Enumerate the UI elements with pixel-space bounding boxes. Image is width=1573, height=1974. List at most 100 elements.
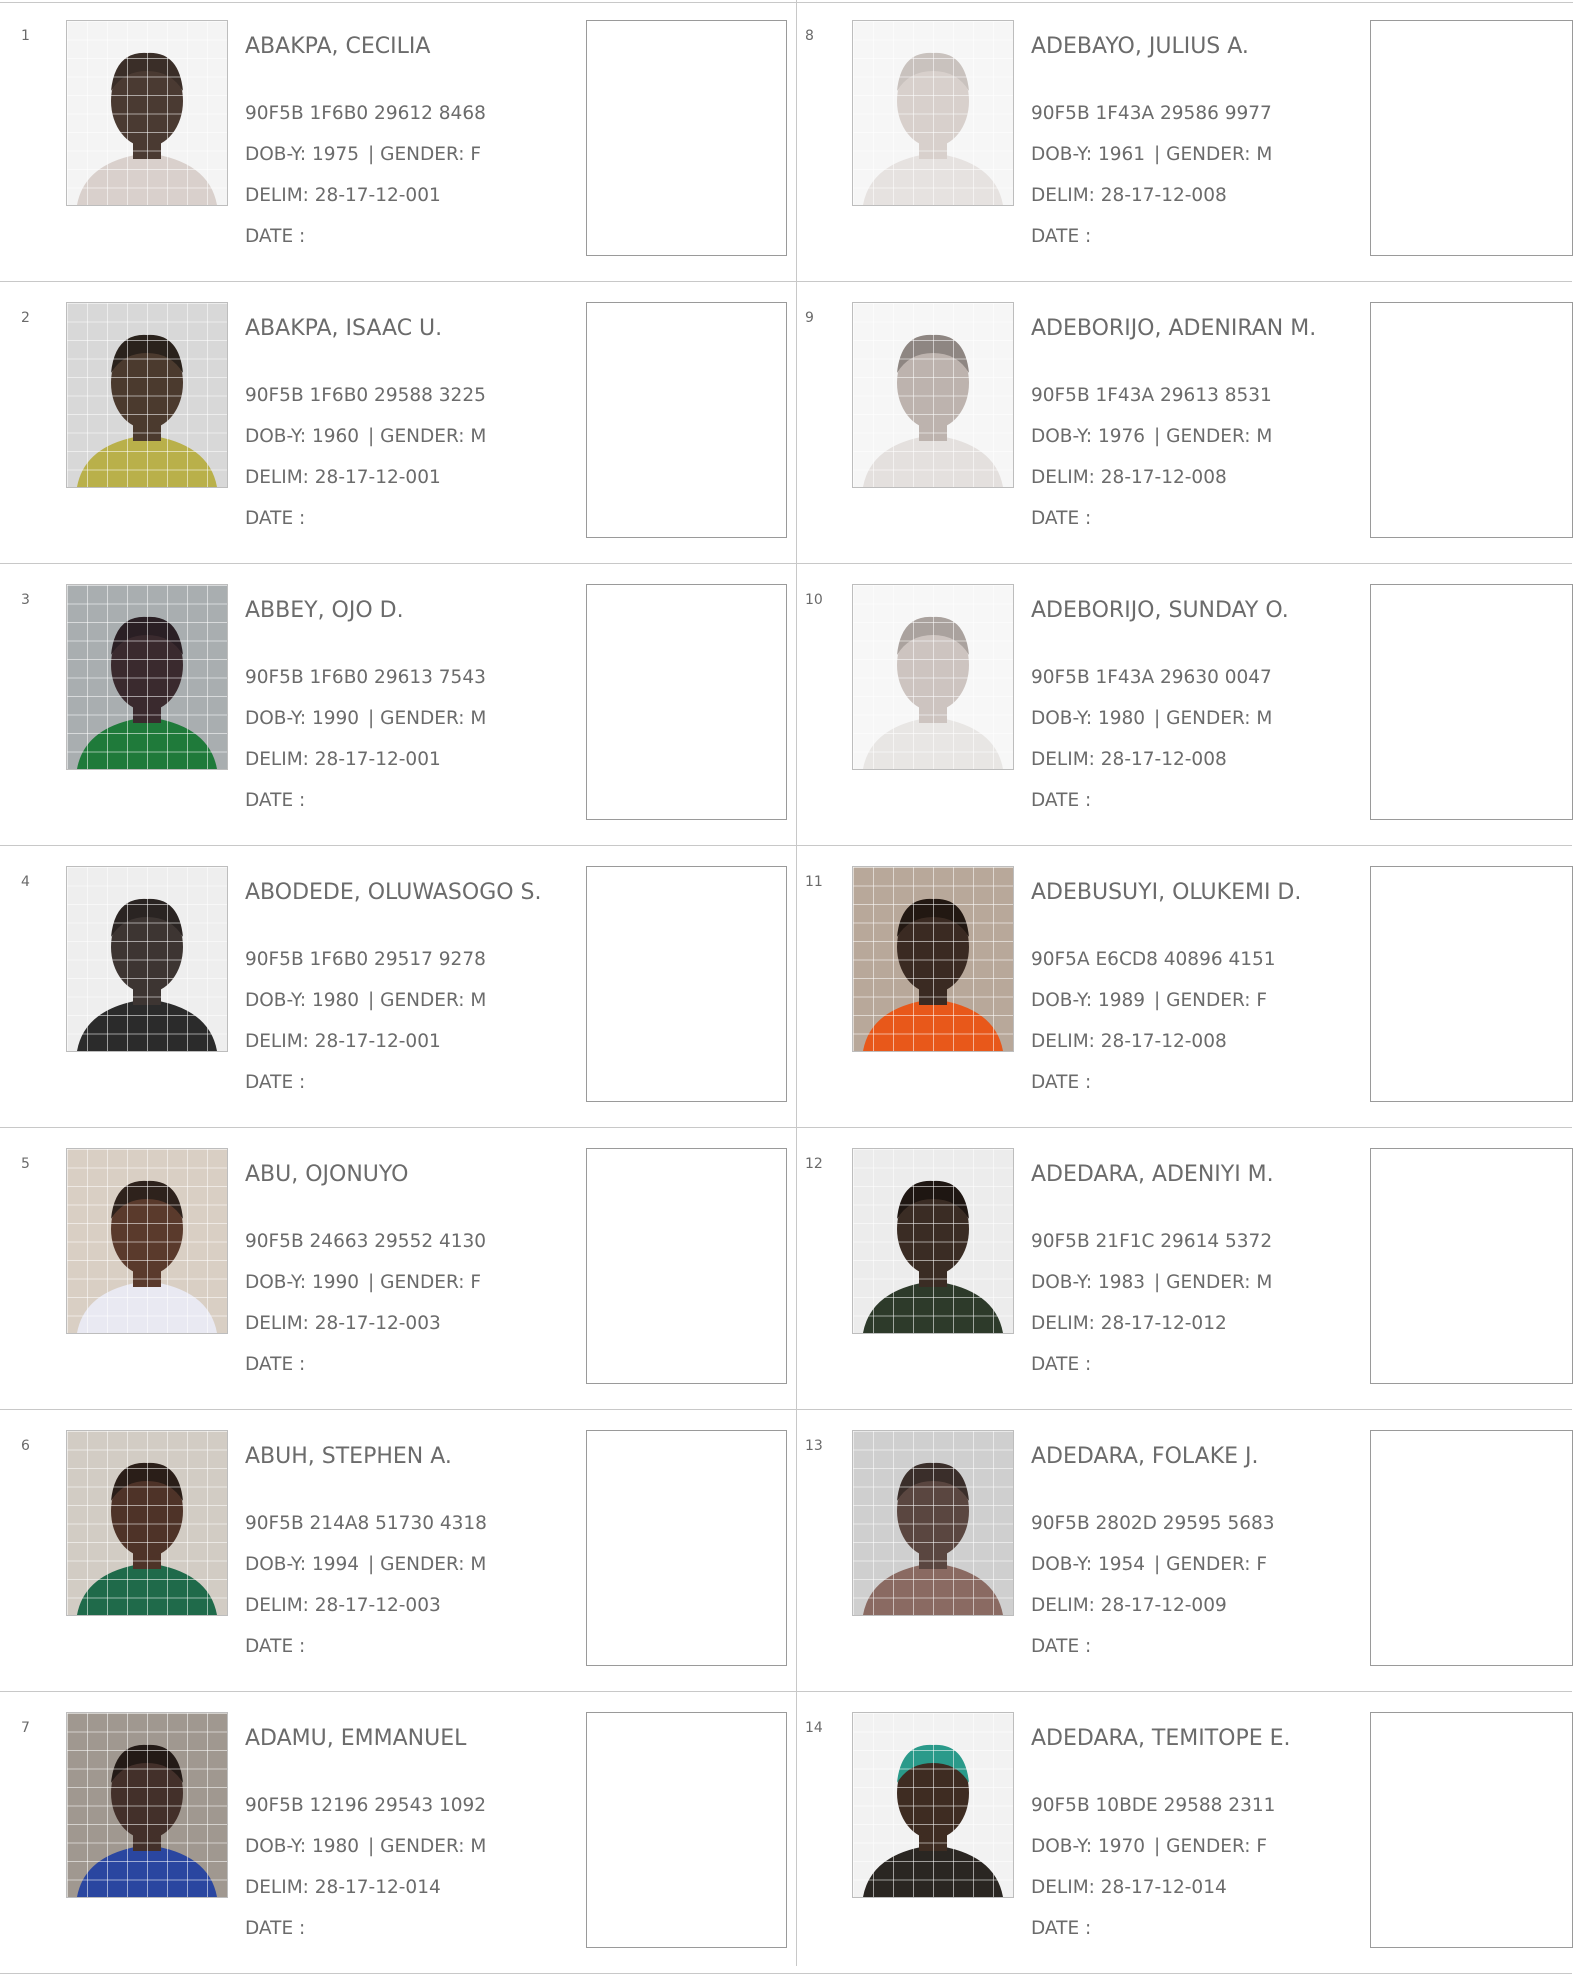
photo-grid-overlay (67, 1149, 227, 1333)
voter-card-12: 12 ADEDARA, ADENIYI M. 90F5B 21F1C 29614… (786, 1128, 1573, 1410)
delim-line: DELIM: 28-17-12-001 (245, 739, 575, 780)
photo-grid-overlay (853, 585, 1013, 769)
voter-column-left: 1 ABAKPA, CECILIA 90F5B 1F6B0 29612 8468… (0, 0, 787, 1974)
dob-year: 1983 (1097, 1272, 1146, 1293)
date-label: DATE : (1031, 1636, 1092, 1657)
signature-thumbprint-box (586, 302, 787, 538)
photo-grid-overlay (853, 1431, 1013, 1615)
dob-year: 1976 (1097, 426, 1146, 447)
dob-label: DOB-Y: (1031, 426, 1098, 447)
voter-name: ADEBORIJO, SUNDAY O. (1031, 598, 1289, 623)
dob-label: DOB-Y: (245, 1554, 312, 1575)
voter-vin: 90F5A E6CD8 40896 4151 (1031, 949, 1276, 970)
gender-label: | GENDER: (368, 1836, 471, 1857)
voter-name: ABU, OJONUYO (245, 1162, 409, 1187)
gender-value: F (1256, 1554, 1267, 1575)
voter-vin: 90F5B 1F6B0 29612 8468 (245, 103, 486, 124)
voter-card-4: 4 ABODEDE, OLUWASOGO S. 90F5B 1F6B0 2951… (0, 846, 787, 1128)
voter-card-2: 2 ABAKPA, ISAAC U. 90F5B 1F6B0 29588 322… (0, 282, 787, 564)
serial-number: 9 (805, 310, 814, 326)
voter-vin: 90F5B 1F43A 29586 9977 (1031, 103, 1272, 124)
photo-grid-overlay (67, 867, 227, 1051)
gender-value: M (1256, 708, 1273, 729)
photo-grid-overlay (853, 21, 1013, 205)
signature-thumbprint-box (586, 1712, 787, 1948)
serial-number: 3 (21, 592, 30, 608)
voter-vin: 90F5B 1F6B0 29613 7543 (245, 667, 486, 688)
voter-name: ADEDARA, FOLAKE J. (1031, 1444, 1259, 1469)
date-label: DATE : (1031, 1072, 1092, 1093)
photo-grid-overlay (67, 585, 227, 769)
dob-year: 1960 (311, 426, 360, 447)
voter-info: ABAKPA, CECILIA 90F5B 1F6B0 29612 8468 D… (245, 30, 575, 257)
voter-name: ADEDARA, ADENIYI M. (1031, 1162, 1274, 1187)
delim-value: 28-17-12-014 (1100, 1877, 1227, 1898)
photo-grid-overlay (67, 303, 227, 487)
gender-value: M (470, 1836, 487, 1857)
voter-photo (852, 866, 1014, 1052)
voter-info: ABODEDE, OLUWASOGO S. 90F5B 1F6B0 29517 … (245, 876, 575, 1103)
delim-value: 28-17-12-008 (1100, 467, 1227, 488)
gender-value: F (1256, 990, 1267, 1011)
dob-gender-line: DOB-Y: 1970 | GENDER: F (1031, 1826, 1361, 1867)
gender-label: | GENDER: (1154, 1554, 1257, 1575)
dob-gender-line: DOB-Y: 1960 | GENDER: M (245, 416, 575, 457)
gender-value: F (1256, 1836, 1267, 1857)
voter-card-11: 11 ADEBUSUYI, OLUKEMI D. 90F5A E6CD8 408… (786, 846, 1573, 1128)
serial-number: 12 (805, 1156, 823, 1172)
voter-info: ADEDARA, ADENIYI M. 90F5B 21F1C 29614 53… (1031, 1158, 1361, 1385)
photo-grid-overlay (67, 21, 227, 205)
dob-gender-line: DOB-Y: 1983 | GENDER: M (1031, 1262, 1361, 1303)
gender-label: | GENDER: (1154, 1272, 1257, 1293)
voter-name: ADEBUSUYI, OLUKEMI D. (1031, 880, 1302, 905)
delim-line: DELIM: 28-17-12-008 (1031, 457, 1361, 498)
delim-label: DELIM: (1031, 1313, 1101, 1334)
delim-line: DELIM: 28-17-12-003 (245, 1585, 575, 1626)
gender-label: | GENDER: (368, 144, 471, 165)
voter-info: ADEDARA, FOLAKE J. 90F5B 2802D 29595 568… (1031, 1440, 1361, 1667)
voter-photo (66, 1712, 228, 1898)
dob-year: 1990 (311, 1272, 360, 1293)
gender-value: M (470, 426, 487, 447)
voter-card-5: 5 ABU, OJONUYO 90F5B 24663 29552 4130 DO… (0, 1128, 787, 1410)
voter-photo (852, 1148, 1014, 1334)
serial-number: 7 (21, 1720, 30, 1736)
gender-label: | GENDER: (1154, 144, 1257, 165)
signature-thumbprint-box (1370, 20, 1573, 256)
voter-info: ADEBORIJO, SUNDAY O. 90F5B 1F43A 29630 0… (1031, 594, 1361, 821)
photo-grid-overlay (853, 303, 1013, 487)
dob-gender-line: DOB-Y: 1975 | GENDER: F (245, 134, 575, 175)
dob-year: 1970 (1097, 1836, 1146, 1857)
date-label: DATE : (245, 1636, 306, 1657)
serial-number: 6 (21, 1438, 30, 1454)
voter-name: ABBEY, OJO D. (245, 598, 404, 623)
voter-photo (852, 1712, 1014, 1898)
gender-value: M (470, 1554, 487, 1575)
delim-value: 28-17-12-012 (1100, 1313, 1227, 1334)
serial-number: 11 (805, 874, 823, 890)
signature-thumbprint-box (1370, 1148, 1573, 1384)
delim-value: 28-17-12-003 (314, 1313, 441, 1334)
signature-thumbprint-box (1370, 1712, 1573, 1948)
delim-label: DELIM: (1031, 467, 1101, 488)
voter-vin: 90F5B 10BDE 29588 2311 (1031, 1795, 1276, 1816)
voter-vin: 90F5B 1F43A 29630 0047 (1031, 667, 1272, 688)
serial-number: 1 (21, 28, 30, 44)
dob-label: DOB-Y: (1031, 1554, 1098, 1575)
serial-number: 14 (805, 1720, 823, 1736)
signature-thumbprint-box (1370, 302, 1573, 538)
voter-vin: 90F5B 24663 29552 4130 (245, 1231, 487, 1252)
delim-label: DELIM: (245, 467, 315, 488)
gender-label: | GENDER: (1154, 708, 1257, 729)
gender-value: M (1256, 1272, 1273, 1293)
gender-label: | GENDER: (368, 1272, 471, 1293)
date-label: DATE : (245, 1072, 306, 1093)
voter-info: ABBEY, OJO D. 90F5B 1F6B0 29613 7543 DOB… (245, 594, 575, 821)
voter-name: ADAMU, EMMANUEL (245, 1726, 467, 1751)
voter-info: ADEBORIJO, ADENIRAN M. 90F5B 1F43A 29613… (1031, 312, 1361, 539)
date-label: DATE : (245, 1354, 306, 1375)
dob-gender-line: DOB-Y: 1954 | GENDER: F (1031, 1544, 1361, 1585)
gender-value: F (470, 1272, 481, 1293)
dob-label: DOB-Y: (245, 708, 312, 729)
voter-name: ADEBAYO, JULIUS A. (1031, 34, 1249, 59)
